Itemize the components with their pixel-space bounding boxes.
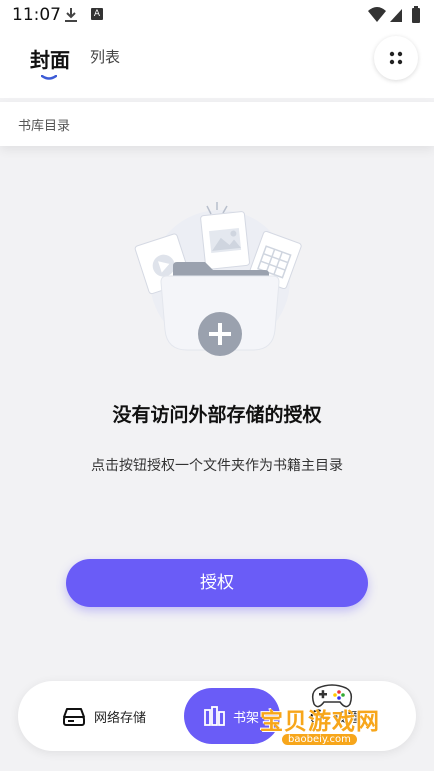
grid-dots-icon	[389, 51, 403, 65]
breadcrumb: 书库目录	[0, 102, 434, 146]
tab-cover[interactable]: 封面	[30, 44, 70, 73]
wifi-icon	[368, 7, 386, 22]
status-a-badge: A	[91, 8, 103, 20]
menu-button[interactable]	[374, 36, 418, 80]
bookshelf-icon	[204, 706, 225, 726]
authorize-button[interactable]: 授权	[66, 559, 368, 607]
tab-list[interactable]: 列表	[90, 46, 120, 67]
battery-icon	[412, 8, 420, 23]
download-icon	[65, 8, 77, 22]
signal-icon	[390, 9, 402, 22]
status-time: 11:07	[12, 5, 61, 25]
watermark-logo: 宝贝游戏网 baobeiy.com	[260, 680, 420, 770]
active-tab-indicator	[41, 75, 57, 80]
status-bar: 11:07 A	[0, 0, 434, 30]
top-bar: 封面 列表	[0, 30, 434, 98]
watermark-url: baobeiy.com	[282, 734, 357, 745]
empty-state-description: 点击按钮授权一个文件夹作为书籍主目录	[91, 458, 343, 474]
network-drive-icon	[63, 708, 85, 726]
empty-state-title: 没有访问外部存储的授权	[112, 404, 322, 426]
folder-with-files-illustration	[134, 202, 302, 356]
breadcrumb-label[interactable]: 书库目录	[18, 115, 70, 134]
status-icons	[368, 6, 420, 23]
nav-label-network-storage: 网络存储	[94, 711, 147, 726]
nav-label-bookshelf: 书架	[233, 711, 260, 726]
watermark-text: 宝贝游戏网	[260, 709, 380, 735]
